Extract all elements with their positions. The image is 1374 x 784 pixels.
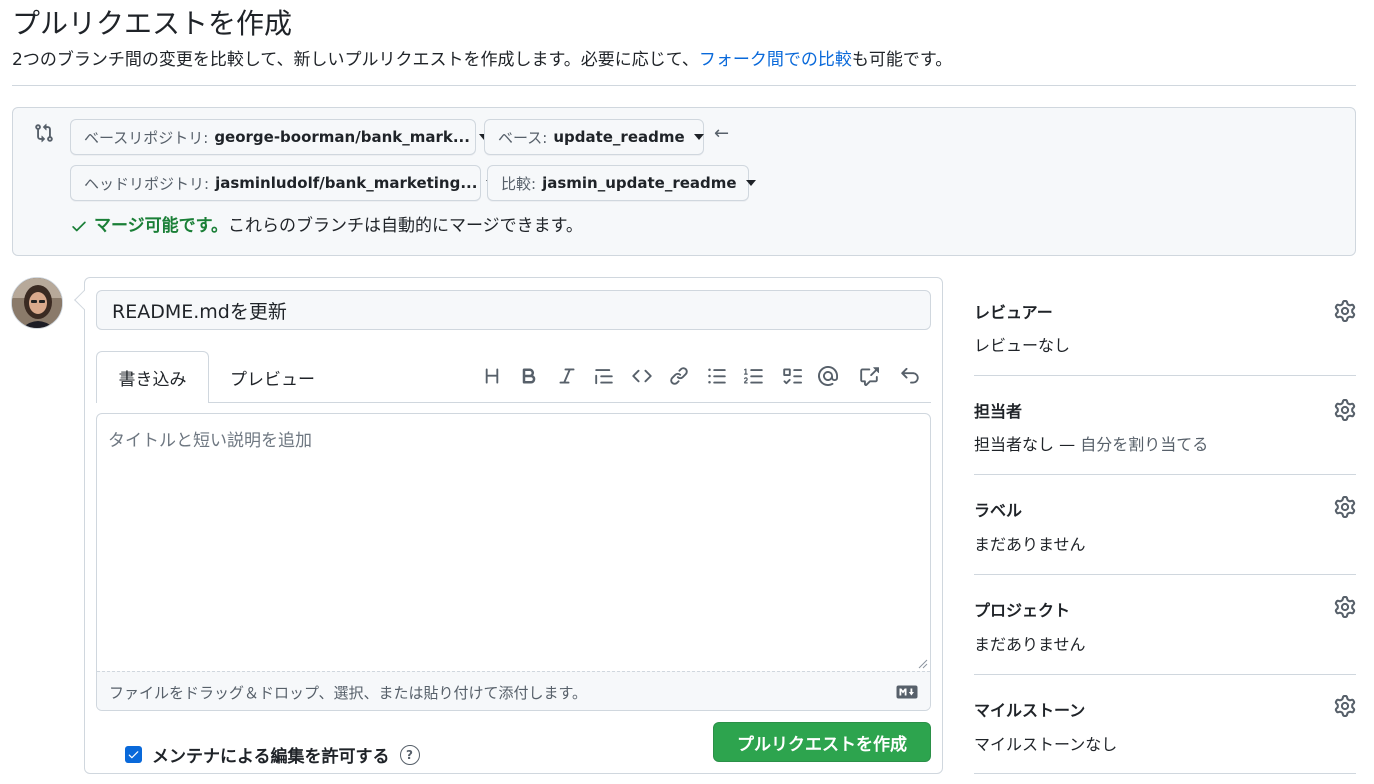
sidebar-divider [974, 474, 1356, 475]
base-repository-value: george-boorman/bank_mark... [214, 128, 470, 146]
arrow-left-icon: ← [714, 123, 730, 144]
assignees-gear-icon[interactable] [1334, 399, 1356, 421]
bold-icon[interactable] [517, 364, 541, 388]
merge-detail-text: これらのブランチは自動的にマージできます。 [227, 216, 583, 236]
check-icon [128, 751, 139, 759]
milestone-gear-icon[interactable] [1334, 695, 1356, 717]
projects-value: まだありません [974, 635, 1086, 654]
compare-across-forks-link[interactable]: フォーク間での比較 [699, 50, 852, 70]
base-branch-key: ベース: [498, 128, 548, 147]
compare-branch-value: jasmin_update_readme [542, 174, 737, 192]
bulleted-list-icon[interactable] [705, 364, 729, 388]
italic-icon[interactable] [555, 364, 579, 388]
heading-icon[interactable] [480, 364, 504, 388]
labels-value: まだありません [974, 535, 1086, 554]
head-repository-value: jasminludolf/bank_marketing... [215, 174, 478, 192]
subtitle-text-end: も可能です。 [851, 50, 953, 70]
labels-heading[interactable]: ラベル [974, 497, 1022, 521]
chevron-down-icon [693, 134, 704, 140]
allow-maintainer-edits: メンテナによる編集を許可する ? [125, 742, 420, 767]
check-icon [72, 221, 86, 232]
reviewers-gear-icon[interactable] [1334, 300, 1356, 322]
undo-icon[interactable] [898, 364, 922, 388]
question-icon[interactable]: ? [399, 744, 420, 765]
pr-title-input[interactable] [96, 290, 931, 330]
git-compare-icon [34, 123, 54, 143]
merge-status: マージ可能です。 これらのブランチは自動的にマージできます。 [70, 214, 583, 238]
quote-icon[interactable] [592, 364, 616, 388]
file-attach-bar[interactable]: ファイルをドラッグ＆ドロップ、選択、または貼り付けて添付します。 [97, 671, 930, 710]
avatar[interactable] [11, 277, 63, 329]
base-branch-select[interactable]: ベース: update_readme [484, 119, 704, 155]
labels-gear-icon[interactable] [1334, 496, 1356, 518]
assign-yourself-link[interactable]: 自分を割り当てる [1080, 435, 1208, 454]
base-repository-select[interactable]: ベースリポジトリ: george-boorman/bank_mark... [70, 119, 489, 155]
allow-edits-label[interactable]: メンテナによる編集を許可する [152, 742, 390, 767]
link-icon[interactable] [667, 364, 691, 388]
chevron-down-icon [745, 180, 756, 186]
base-repository-key: ベースリポジトリ: [84, 128, 209, 147]
sidebar-divider [974, 375, 1356, 376]
compare-branch-key: 比較: [501, 174, 537, 193]
tab-write[interactable]: 書き込み [96, 351, 209, 403]
reviewers-value: レビューなし [974, 336, 1071, 355]
cross-reference-icon[interactable] [857, 364, 881, 388]
tab-preview[interactable]: プレビュー [230, 351, 315, 403]
sidebar-divider [974, 574, 1356, 575]
assignees-heading[interactable]: 担当者 [974, 398, 1022, 422]
milestone-heading[interactable]: マイルストーン [974, 697, 1085, 721]
code-icon[interactable] [630, 364, 654, 388]
mention-icon[interactable] [816, 364, 840, 388]
page-subtitle: 2つのブランチ間の変更を比較して、新しいプルリクエストを作成します。必要に応じて… [12, 48, 952, 72]
assignees-separator: — [1054, 435, 1081, 454]
projects-heading[interactable]: プロジェクト [974, 597, 1070, 621]
numbered-list-icon[interactable] [742, 364, 766, 388]
assignees-none-text: 担当者なし [974, 435, 1055, 454]
base-branch-value: update_readme [553, 128, 685, 146]
projects-gear-icon[interactable] [1334, 596, 1356, 618]
head-repository-select[interactable]: ヘッドリポジトリ: jasminludolf/bank_marketing... [70, 165, 497, 201]
merge-ok-text: マージ可能です。 [94, 216, 228, 236]
sidebar-divider [974, 674, 1356, 675]
compare-branch-select[interactable]: 比較: jasmin_update_readme [487, 165, 756, 201]
markdown-icon[interactable] [896, 685, 918, 699]
user-avatar-image [12, 278, 62, 328]
pr-description-editor: ファイルをドラッグ＆ドロップ、選択、または貼り付けて添付します。 [96, 413, 931, 711]
head-repository-key: ヘッドリポジトリ: [84, 174, 210, 193]
attach-hint-text: ファイルをドラッグ＆ドロップ、選択、または貼り付けて添付します。 [109, 683, 588, 702]
allow-edits-checkbox[interactable] [125, 746, 142, 763]
sidebar-divider [974, 773, 1356, 774]
tabs-divider [96, 402, 931, 403]
subtitle-text: 2つのブランチ間の変更を比較して、新しいプルリクエストを作成します。必要に応じて… [12, 50, 699, 70]
assignees-value: 担当者なし — 自分を割り当てる [974, 431, 1208, 455]
page-title: プルリクエストを作成 [12, 7, 293, 40]
create-pull-request-button[interactable]: プルリクエストを作成 [713, 722, 931, 762]
reviewers-heading[interactable]: レビュアー [974, 299, 1053, 323]
task-list-icon[interactable] [780, 364, 804, 388]
pr-description-input[interactable] [97, 414, 930, 671]
resize-handle-icon[interactable] [918, 659, 928, 669]
milestone-value: マイルストーンなし [974, 735, 1118, 754]
header-divider [12, 85, 1356, 86]
